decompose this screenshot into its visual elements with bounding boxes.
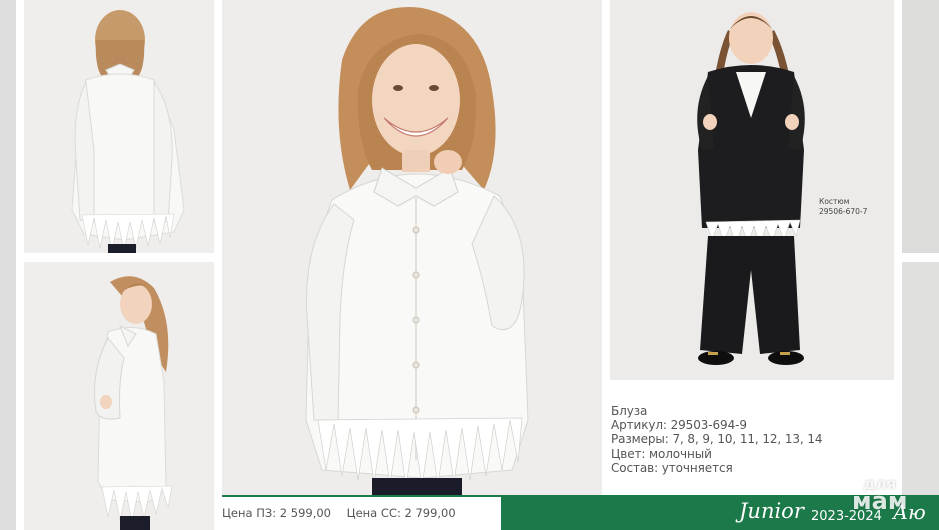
price-bar: Цена ПЗ: 2 599,00 Цена СС: 2 799,00 bbox=[222, 495, 501, 530]
product-sizes: Размеры: 7, 8, 9, 10, 11, 12, 13, 14 bbox=[611, 432, 823, 447]
product-article: Артикул: 29503-694-9 bbox=[611, 418, 747, 433]
brand-logo-junior: Junior bbox=[739, 499, 804, 523]
price-ss: Цена СС: 2 799,00 bbox=[346, 506, 456, 520]
product-description: Блуза Артикул: 29503-694-9 Размеры: 7, 8… bbox=[611, 404, 823, 475]
photo-suit-look[interactable] bbox=[610, 0, 894, 380]
product-name: Блуза bbox=[611, 404, 648, 418]
next-page-preview-top bbox=[902, 0, 939, 253]
next-page-preview-bottom bbox=[902, 262, 939, 530]
photo-main-illustration bbox=[222, 0, 602, 495]
left-margin-strip bbox=[0, 0, 16, 530]
photo-back-illustration bbox=[24, 0, 214, 253]
photo-blouse-front-main[interactable] bbox=[222, 0, 602, 495]
photo-suit-illustration bbox=[610, 0, 894, 380]
suit-label-article: 29506-670-7 bbox=[819, 207, 868, 216]
product-color: Цвет: молочный bbox=[611, 446, 712, 461]
photo-side-illustration bbox=[24, 262, 214, 530]
suit-label-title: Костюм bbox=[819, 197, 850, 206]
catalog-page: Костюм 29506-670-7 Блуза Артикул: 29503-… bbox=[0, 0, 939, 530]
watermark-logo: для мам bbox=[852, 477, 908, 515]
watermark-line2: мам bbox=[852, 486, 908, 515]
price-pz: Цена ПЗ: 2 599,00 bbox=[222, 506, 331, 520]
product-composition: Состав: уточняется bbox=[611, 460, 733, 475]
photo-blouse-side-view[interactable] bbox=[24, 262, 214, 530]
suit-label: Костюм 29506-670-7 bbox=[819, 197, 867, 217]
photo-blouse-back-view[interactable] bbox=[24, 0, 214, 253]
